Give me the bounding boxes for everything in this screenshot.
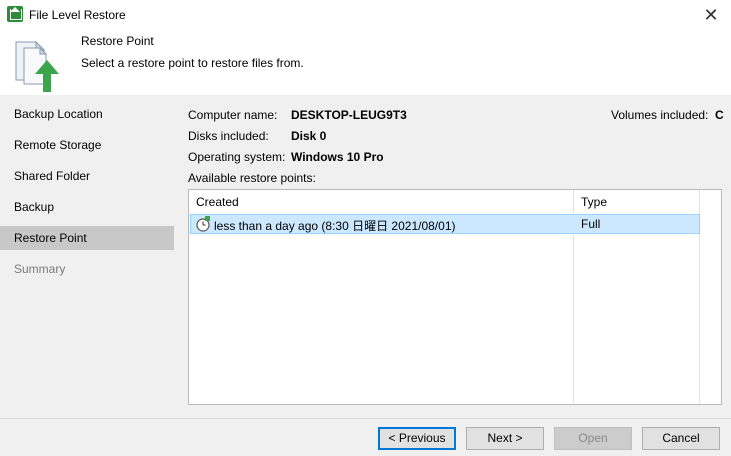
disks-included-value: Disk 0	[291, 129, 327, 143]
available-restore-points-label: Available restore points:	[188, 171, 316, 185]
header-subtitle: Select a restore point to restore files …	[81, 56, 304, 70]
table-row[interactable]: less than a day ago (8:30 日曜日 2021/08/01…	[190, 214, 700, 234]
operating-system-label: Operating system:	[188, 150, 286, 164]
restore-point-clock-icon	[196, 216, 210, 232]
header-title: Restore Point	[81, 34, 154, 48]
sidebar-item-restore-point[interactable]: Restore Point	[0, 226, 174, 250]
sidebar-item-backup-location[interactable]: Backup Location	[0, 102, 174, 126]
cancel-button[interactable]: Cancel	[642, 427, 720, 450]
restore-document-icon	[15, 40, 59, 92]
open-button: Open	[554, 427, 632, 450]
window-title: File Level Restore	[29, 8, 126, 22]
row-created-value: less than a day ago (8:30 日曜日 2021/08/01…	[214, 219, 456, 233]
close-button[interactable]: ✕	[691, 0, 731, 30]
sidebar-item-summary: Summary	[14, 262, 66, 276]
operating-system-value: Windows 10 Pro	[291, 150, 384, 164]
row-type-value: Full	[581, 217, 601, 231]
wizard-steps-sidebar: Backup Location Remote Storage Shared Fo…	[0, 95, 174, 418]
wizard-header: Restore Point Select a restore point to …	[0, 30, 731, 95]
next-button[interactable]: Next >	[466, 427, 544, 450]
sidebar-item-shared-folder[interactable]: Shared Folder	[0, 164, 174, 188]
sidebar-item-remote-storage[interactable]: Remote Storage	[0, 133, 174, 157]
title-bar: File Level Restore ✕	[0, 0, 731, 30]
restore-points-table[interactable]: Created Type less than a day ago (8:30 日…	[188, 189, 722, 405]
computer-name-value: DESKTOP-LEUG9T3	[291, 108, 407, 122]
column-header-type[interactable]: Type	[574, 190, 699, 214]
disks-included-label: Disks included:	[188, 129, 269, 143]
app-home-icon	[7, 6, 23, 22]
column-header-created[interactable]: Created	[189, 190, 573, 214]
previous-button[interactable]: < Previous	[378, 427, 456, 450]
volumes-included-value: C	[715, 108, 724, 122]
sidebar-item-backup[interactable]: Backup	[0, 195, 174, 219]
volumes-included-label: Volumes included:	[611, 108, 709, 122]
computer-name-label: Computer name:	[188, 108, 278, 122]
